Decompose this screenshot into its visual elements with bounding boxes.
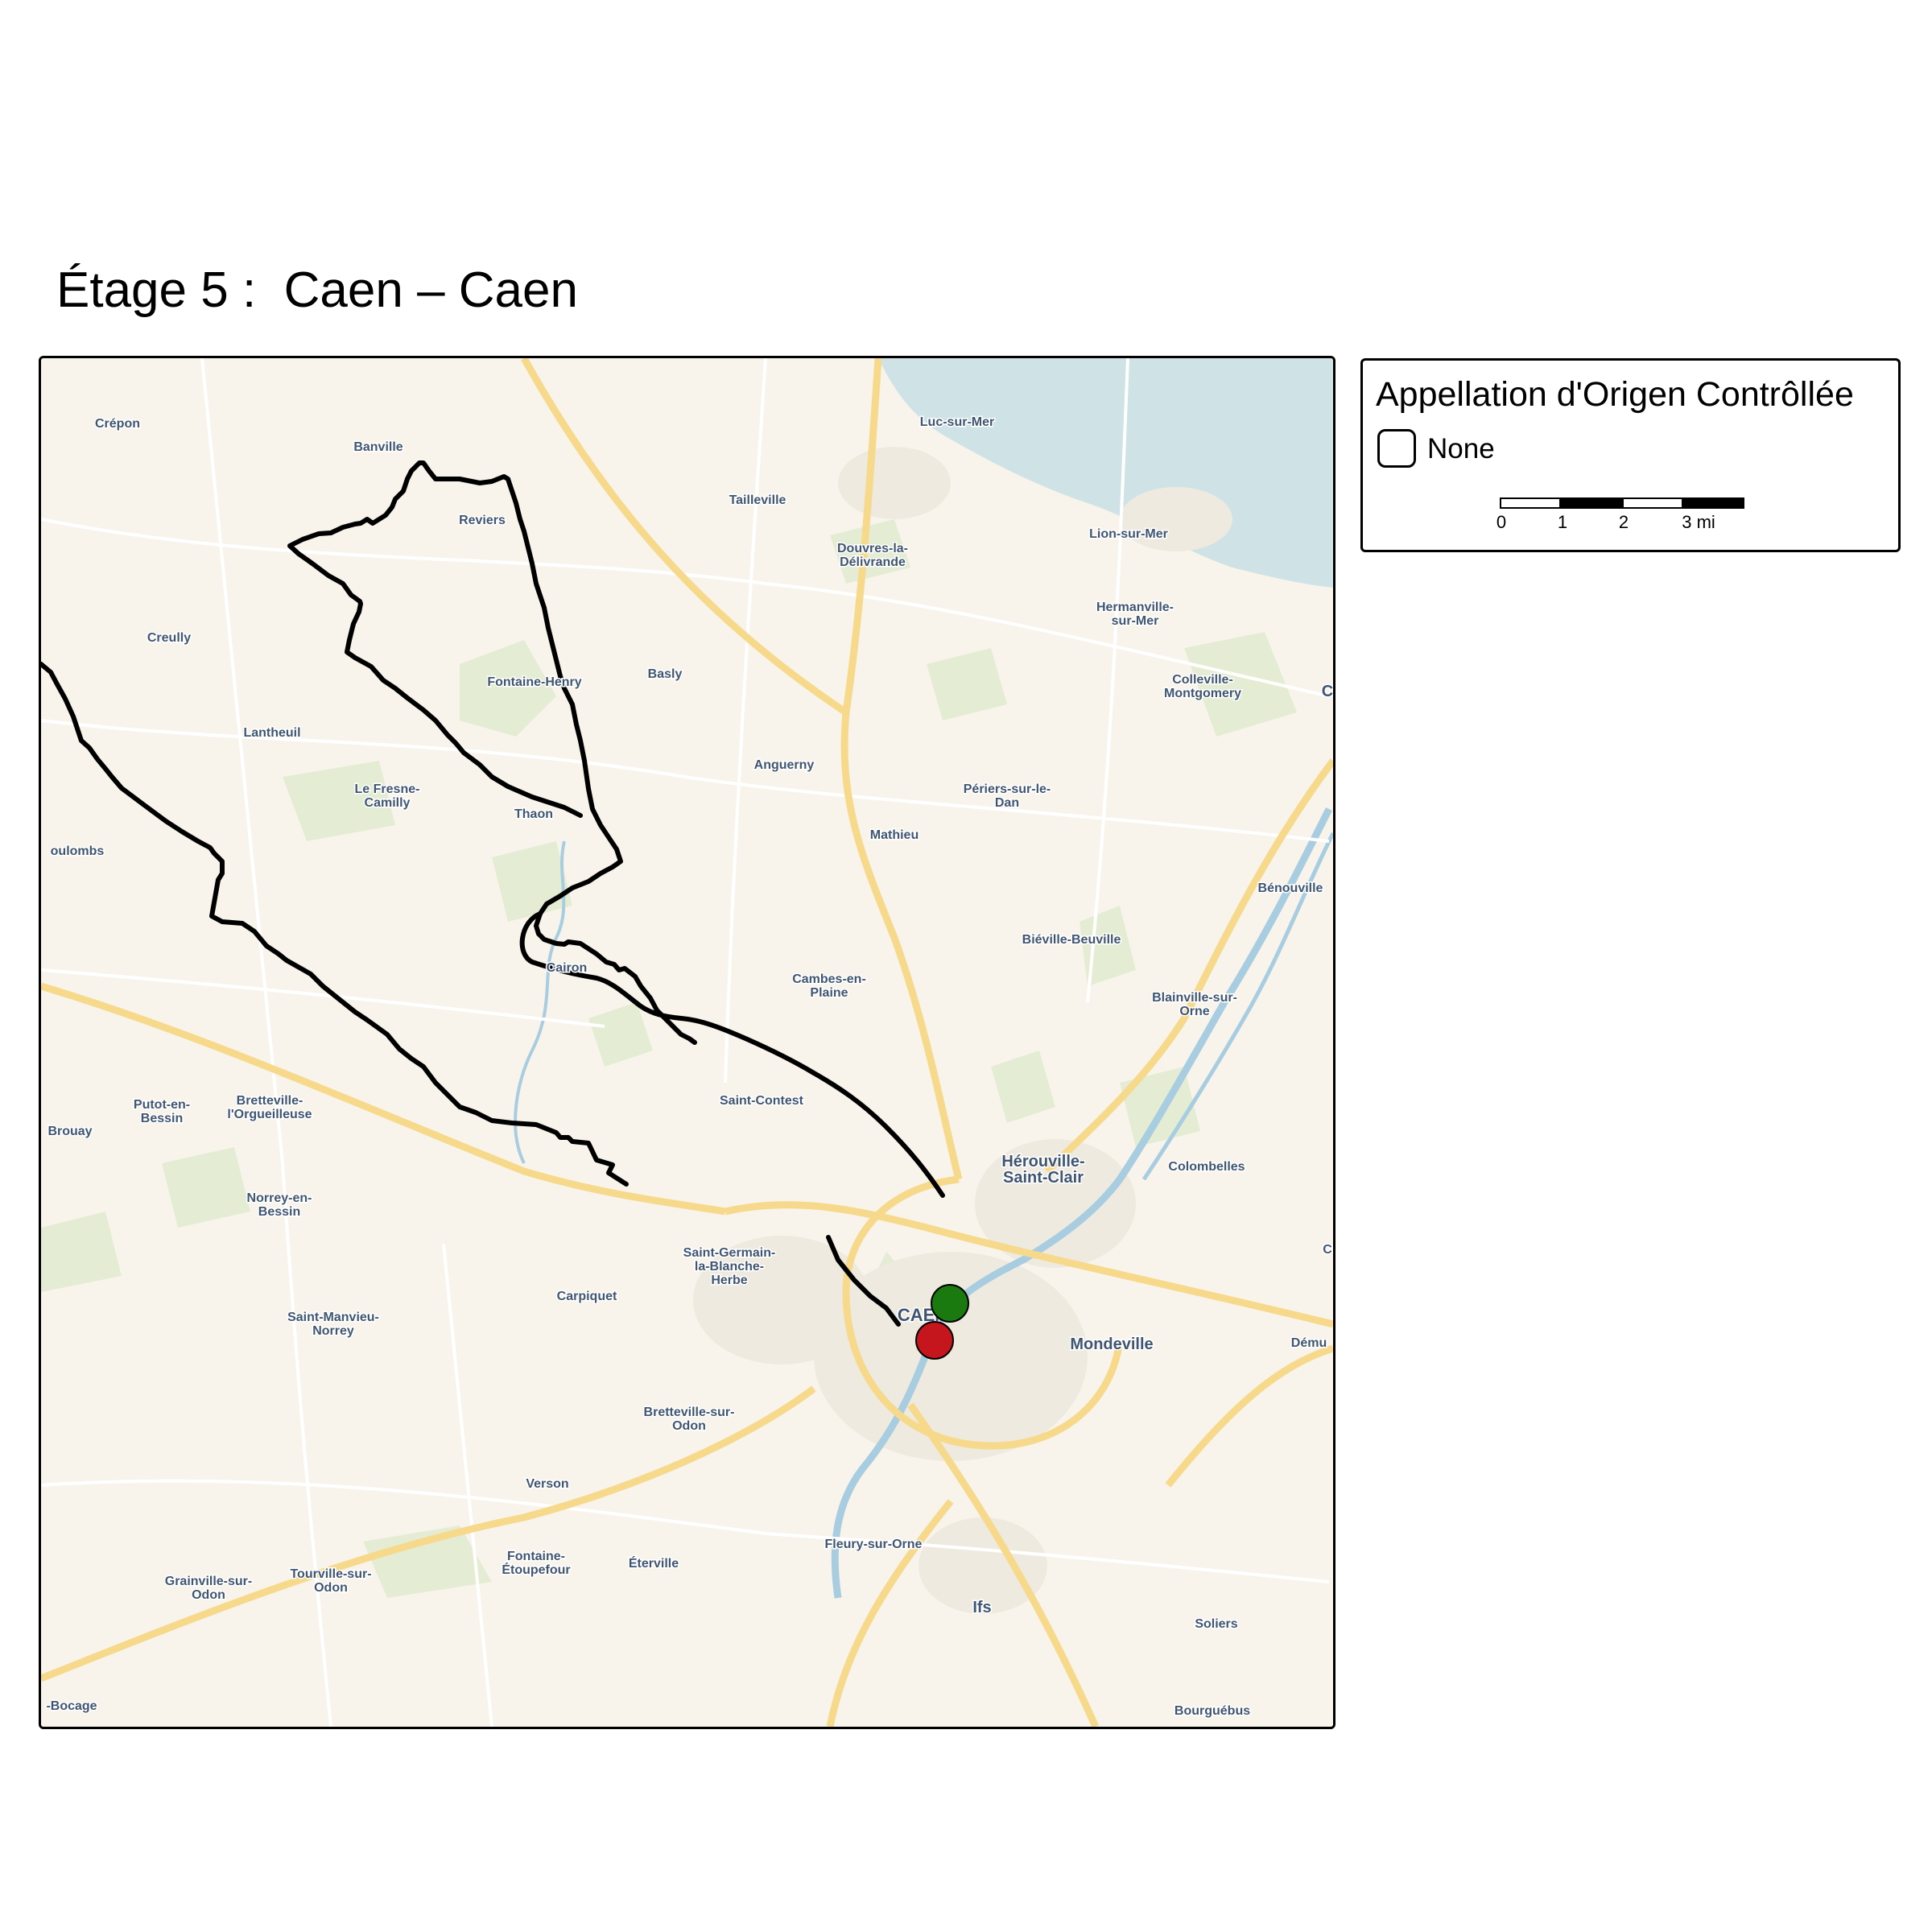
place-label: Colleville- — [1172, 673, 1233, 687]
place-label: Mondeville — [1070, 1335, 1153, 1353]
place-label: Anguerny — [754, 758, 815, 772]
scale-segment — [1500, 497, 1561, 509]
scale-tick: 1 — [1557, 512, 1568, 532]
place-label: Fontaine- — [507, 1550, 565, 1563]
land-background — [41, 358, 1333, 1727]
place-label: Grainville-sur- — [165, 1575, 252, 1588]
place-label: Cairon — [547, 961, 588, 975]
place-label: Bourguébus — [1174, 1704, 1250, 1718]
place-label: Lion-sur-Mer — [1089, 527, 1168, 541]
place-label: Tailleville — [729, 493, 786, 507]
place-label: Fontaine-Henry — [487, 675, 581, 689]
place-label: Basly — [648, 667, 683, 681]
scale-bar: 0 1 2 3 mi — [1496, 497, 1757, 538]
place-label: Herbe — [711, 1274, 747, 1287]
place-label: -Bocage — [46, 1699, 97, 1713]
place-label: Creully — [147, 631, 191, 645]
place-label: Plaine — [810, 986, 848, 1000]
scale-tick: 0 — [1496, 512, 1507, 532]
place-label: Carpiquet — [557, 1290, 617, 1303]
place-label: Saint-Manvieu- — [287, 1311, 379, 1324]
place-label: Dému — [1291, 1336, 1327, 1350]
place-label: Fleury-sur-Orne — [825, 1538, 923, 1551]
finish-marker[interactable] — [915, 1321, 954, 1360]
place-label: Éterville — [629, 1555, 679, 1571]
place-label: Orne — [1179, 1005, 1209, 1018]
place-label: Norrey-en- — [247, 1191, 312, 1205]
place-label: Bretteville-sur- — [644, 1406, 735, 1419]
place-label: Putot-en- — [134, 1098, 190, 1112]
place-label: Thaon — [514, 807, 553, 821]
place-label: Douvres-la- — [837, 542, 908, 555]
place-label: Colombelles — [1168, 1160, 1245, 1174]
place-label: C — [1323, 1243, 1332, 1257]
place-label: Hermanville- — [1096, 601, 1174, 614]
page-title: Étage 5 : Caen – Caen — [56, 262, 579, 318]
place-label: la-Blanche- — [695, 1260, 764, 1274]
place-label: Lantheuil — [243, 726, 300, 740]
place-label: Biéville-Beuville — [1022, 933, 1121, 947]
place-label: Mathieu — [870, 828, 919, 842]
legend-label-none: None — [1427, 433, 1495, 464]
scale-tick: 2 — [1618, 512, 1629, 532]
place-label: Blainville-sur- — [1152, 991, 1237, 1005]
place-label: Norrey — [312, 1324, 354, 1338]
place-label: Bénouville — [1258, 881, 1323, 895]
place-label: Crépon — [95, 417, 140, 431]
start-marker[interactable] — [931, 1284, 969, 1323]
place-label: Soliers — [1195, 1617, 1237, 1631]
legend: Appellation d'Origen Contrôllée None 0 1… — [1360, 358, 1901, 552]
place-label: Tourville-sur- — [290, 1567, 371, 1581]
place-label: Reviers — [459, 514, 506, 527]
place-label: Odon — [314, 1581, 348, 1595]
place-label: Camilly — [365, 796, 411, 810]
place-label: Cambes-en- — [792, 972, 866, 986]
scale-segment — [1622, 497, 1683, 509]
place-label: Le Fresne- — [355, 782, 420, 796]
place-label: Hérouville- — [1001, 1153, 1084, 1170]
place-label: Brouay — [47, 1125, 92, 1138]
place-label: Banville — [353, 440, 402, 454]
place-label: Bretteville- — [237, 1094, 303, 1108]
place-label: sur-Mer — [1112, 614, 1159, 628]
place-label: Bessin — [141, 1112, 183, 1125]
legend-title: Appellation d'Origen Contrôllée — [1376, 375, 1854, 414]
place-label: Bessin — [258, 1205, 300, 1219]
place-label: Odon — [672, 1419, 706, 1433]
place-label: Saint-Germain- — [683, 1246, 776, 1260]
legend-key-none — [1377, 429, 1416, 468]
place-label: Odon — [192, 1588, 225, 1602]
map-canvas[interactable]: Crépon Banville Luc-sur-Mer Tailleville Revi… — [41, 358, 1333, 1727]
place-label: l'Orgueilleuse — [227, 1108, 312, 1121]
place-label: oulombs — [51, 844, 105, 858]
scale-segment — [1683, 497, 1744, 509]
scale-tick: 3 mi — [1682, 512, 1715, 532]
place-label: Périers-sur-le- — [964, 782, 1051, 796]
place-label: Montgomery — [1164, 687, 1241, 700]
map-panel[interactable]: Crépon Banville Luc-sur-Mer Tailleville Revi… — [39, 356, 1335, 1729]
scale-segment — [1561, 497, 1622, 509]
place-label: Saint-Contest — [720, 1094, 804, 1108]
place-label: Verson — [526, 1477, 568, 1491]
place-label: C — [1322, 683, 1333, 700]
place-label: Dan — [995, 796, 1019, 810]
place-label: Luc-sur-Mer — [920, 415, 994, 429]
place-label: Étoupefour — [502, 1562, 570, 1577]
place-label: Ifs — [972, 1599, 991, 1616]
place-label: Saint-Clair — [1003, 1169, 1084, 1187]
place-label: Délivrande — [840, 555, 906, 569]
